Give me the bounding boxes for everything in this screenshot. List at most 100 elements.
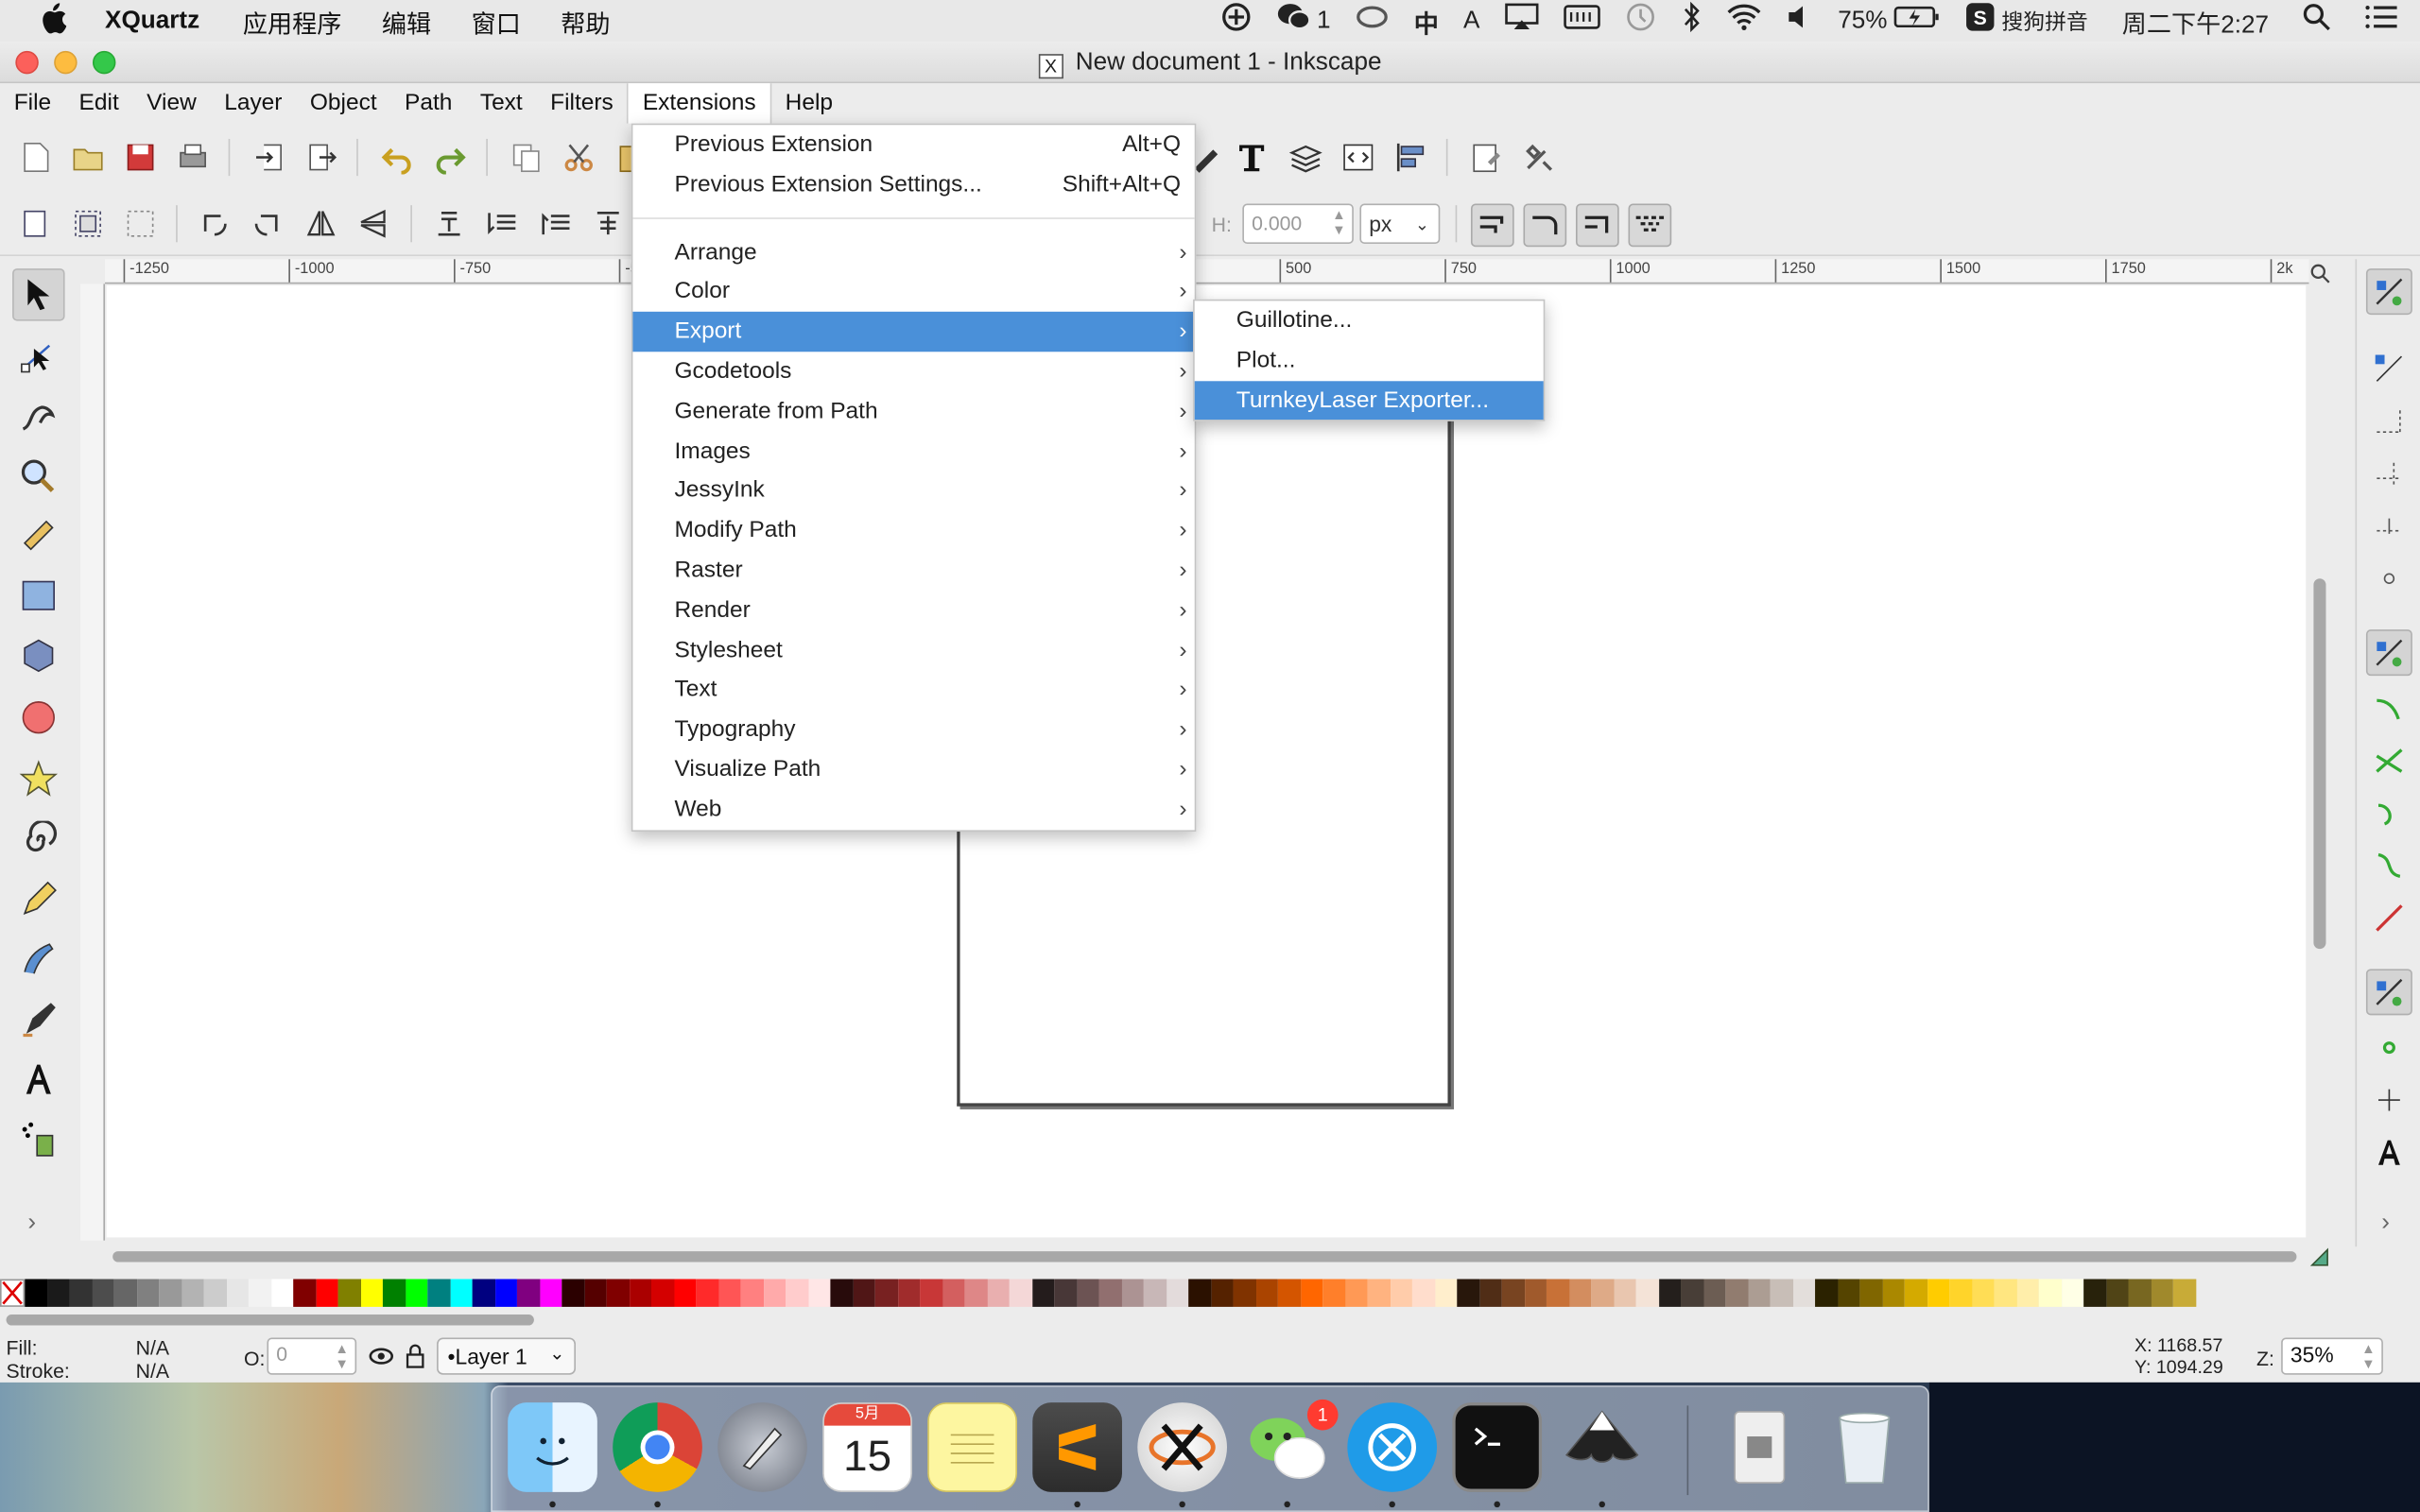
menu-path[interactable]: Path (390, 83, 466, 123)
menu-item-jessyink[interactable]: JessyInk › (632, 472, 1194, 511)
tweak-tool-icon[interactable] (12, 392, 65, 445)
clock[interactable]: 周二下午2:27 (2122, 2, 2269, 39)
volume-icon[interactable] (1786, 3, 1813, 39)
menu-item-plot[interactable]: Plot... (1195, 340, 1544, 380)
wifi-icon[interactable] (1727, 3, 1761, 39)
mac-menu-help[interactable]: 帮助 (561, 2, 610, 39)
color-swatch[interactable] (181, 1279, 204, 1307)
airplay-icon[interactable] (1504, 3, 1539, 39)
color-swatch[interactable] (1478, 1279, 1502, 1307)
flip-horizontal-icon[interactable] (304, 207, 338, 241)
xquartz-icon[interactable] (1137, 1402, 1227, 1492)
color-swatch[interactable] (1076, 1279, 1099, 1307)
export-icon[interactable] (304, 141, 338, 175)
duplicate-icon[interactable] (510, 141, 544, 175)
mac-menu-applications[interactable]: 应用程序 (243, 2, 342, 39)
color-swatch[interactable] (1703, 1279, 1726, 1307)
menu-item-turnkeylaser-exporter[interactable]: TurnkeyLaser Exporter... (1194, 380, 1544, 421)
height-stepper[interactable]: ▲ ▼ (1332, 207, 1346, 238)
finder-icon[interactable] (508, 1402, 597, 1492)
app-store-dock-icon[interactable] (1347, 1402, 1438, 1492)
menu-item-export[interactable]: Export › (632, 312, 1195, 352)
calligraphy-tool-icon[interactable] (12, 993, 65, 1046)
menu-item-web[interactable]: Web › (632, 790, 1194, 830)
color-swatch[interactable] (650, 1279, 674, 1307)
color-swatch[interactable] (449, 1279, 473, 1307)
color-swatch[interactable] (2151, 1279, 2173, 1307)
color-swatch[interactable] (964, 1279, 988, 1307)
color-swatch[interactable] (1681, 1279, 1703, 1307)
color-swatch[interactable] (897, 1279, 921, 1307)
menu-help[interactable]: Help (771, 83, 847, 123)
select-all-layers-icon[interactable] (71, 207, 105, 241)
snap-bbox-midpoint-icon[interactable] (2366, 503, 2412, 549)
menu-item-raster[interactable]: Raster › (632, 551, 1194, 591)
menu-item-images[interactable]: Images › (632, 431, 1194, 471)
menu-item-visualize-path[interactable]: Visualize Path › (632, 749, 1194, 789)
color-swatch[interactable] (1658, 1279, 1682, 1307)
measure-tool-icon[interactable] (12, 509, 65, 562)
calendar-icon[interactable]: 5月 15 (822, 1402, 912, 1492)
color-swatch[interactable] (2038, 1279, 2062, 1307)
color-swatch[interactable] (1748, 1279, 1771, 1307)
deselect-icon[interactable] (124, 207, 158, 241)
spotlight-search-icon[interactable] (2303, 3, 2330, 39)
toolbox-more-chevron-icon[interactable]: › (27, 1210, 36, 1237)
snap-cusp-nodes-icon[interactable] (2366, 790, 2412, 836)
cut-icon[interactable] (562, 141, 596, 175)
app-store-tray-icon[interactable] (1221, 2, 1253, 41)
select-all-icon[interactable] (19, 207, 53, 241)
color-swatch[interactable] (2105, 1279, 2129, 1307)
color-swatch[interactable] (1904, 1279, 1927, 1307)
chrome-icon[interactable] (613, 1402, 702, 1492)
snap-toggle-icon[interactable] (2365, 268, 2412, 316)
color-swatch[interactable] (1344, 1279, 1368, 1307)
new-document-icon[interactable] (19, 141, 53, 175)
star-tool-icon[interactable] (12, 753, 65, 806)
layer-lock-icon[interactable] (405, 1344, 426, 1373)
menu-item-text[interactable]: Text › (632, 670, 1194, 710)
spray-tool-icon[interactable] (12, 1114, 65, 1167)
menu-item-gcodetools[interactable]: Gcodetools › (632, 352, 1194, 391)
color-swatch[interactable] (1613, 1279, 1636, 1307)
color-swatch[interactable] (248, 1279, 271, 1307)
snap-smooth-nodes-icon[interactable] (2366, 842, 2412, 888)
color-swatch[interactable] (494, 1279, 517, 1307)
snap-rotation-center-icon[interactable] (2366, 1077, 2412, 1124)
open-document-icon[interactable] (71, 141, 105, 175)
inkscape-icon[interactable] (1557, 1402, 1647, 1492)
color-swatch[interactable] (1770, 1279, 1793, 1307)
text-font-icon[interactable] (1235, 141, 1269, 175)
mac-menu-edit[interactable]: 编辑 (382, 2, 431, 39)
scale-stroke-toggle[interactable] (1470, 203, 1514, 248)
notification-center-icon[interactable] (2364, 5, 2398, 37)
horizontal-scrollbar[interactable] (106, 1246, 2307, 1265)
color-swatch[interactable] (2128, 1279, 2152, 1307)
rotate-ccw-icon[interactable] (198, 207, 232, 241)
color-swatch[interactable] (1300, 1279, 1323, 1307)
menu-item-previous-extension[interactable]: Previous Extension Alt+Q (632, 125, 1194, 164)
color-swatch[interactable] (920, 1279, 942, 1307)
snap-object-center-icon[interactable] (2366, 1024, 2412, 1071)
color-swatch[interactable] (696, 1279, 719, 1307)
mac-menu-window[interactable]: 窗口 (472, 2, 521, 39)
text-tool-icon[interactable] (12, 1054, 65, 1107)
color-swatch[interactable] (1166, 1279, 1189, 1307)
raise-to-top-icon[interactable] (591, 207, 625, 241)
print-icon[interactable] (176, 141, 210, 175)
color-swatch[interactable] (874, 1279, 898, 1307)
color-swatch[interactable] (1815, 1279, 1838, 1307)
color-swatch[interactable] (337, 1279, 361, 1307)
node-tool-icon[interactable] (12, 330, 65, 383)
color-swatch[interactable] (516, 1279, 540, 1307)
menu-file[interactable]: File (0, 83, 65, 123)
color-swatch[interactable] (2016, 1279, 2039, 1307)
color-swatch[interactable] (226, 1279, 249, 1307)
current-layer-select[interactable]: •Layer 1 ⌄ (437, 1337, 576, 1375)
color-swatch[interactable] (1009, 1279, 1032, 1307)
vertical-scroll-thumb[interactable] (2313, 578, 2326, 950)
document-properties-icon[interactable] (1469, 141, 1503, 175)
spiral-tool-icon[interactable] (12, 815, 65, 868)
layers-icon[interactable] (1288, 141, 1322, 175)
snapbar-more-chevron-icon[interactable]: › (2381, 1210, 2390, 1237)
